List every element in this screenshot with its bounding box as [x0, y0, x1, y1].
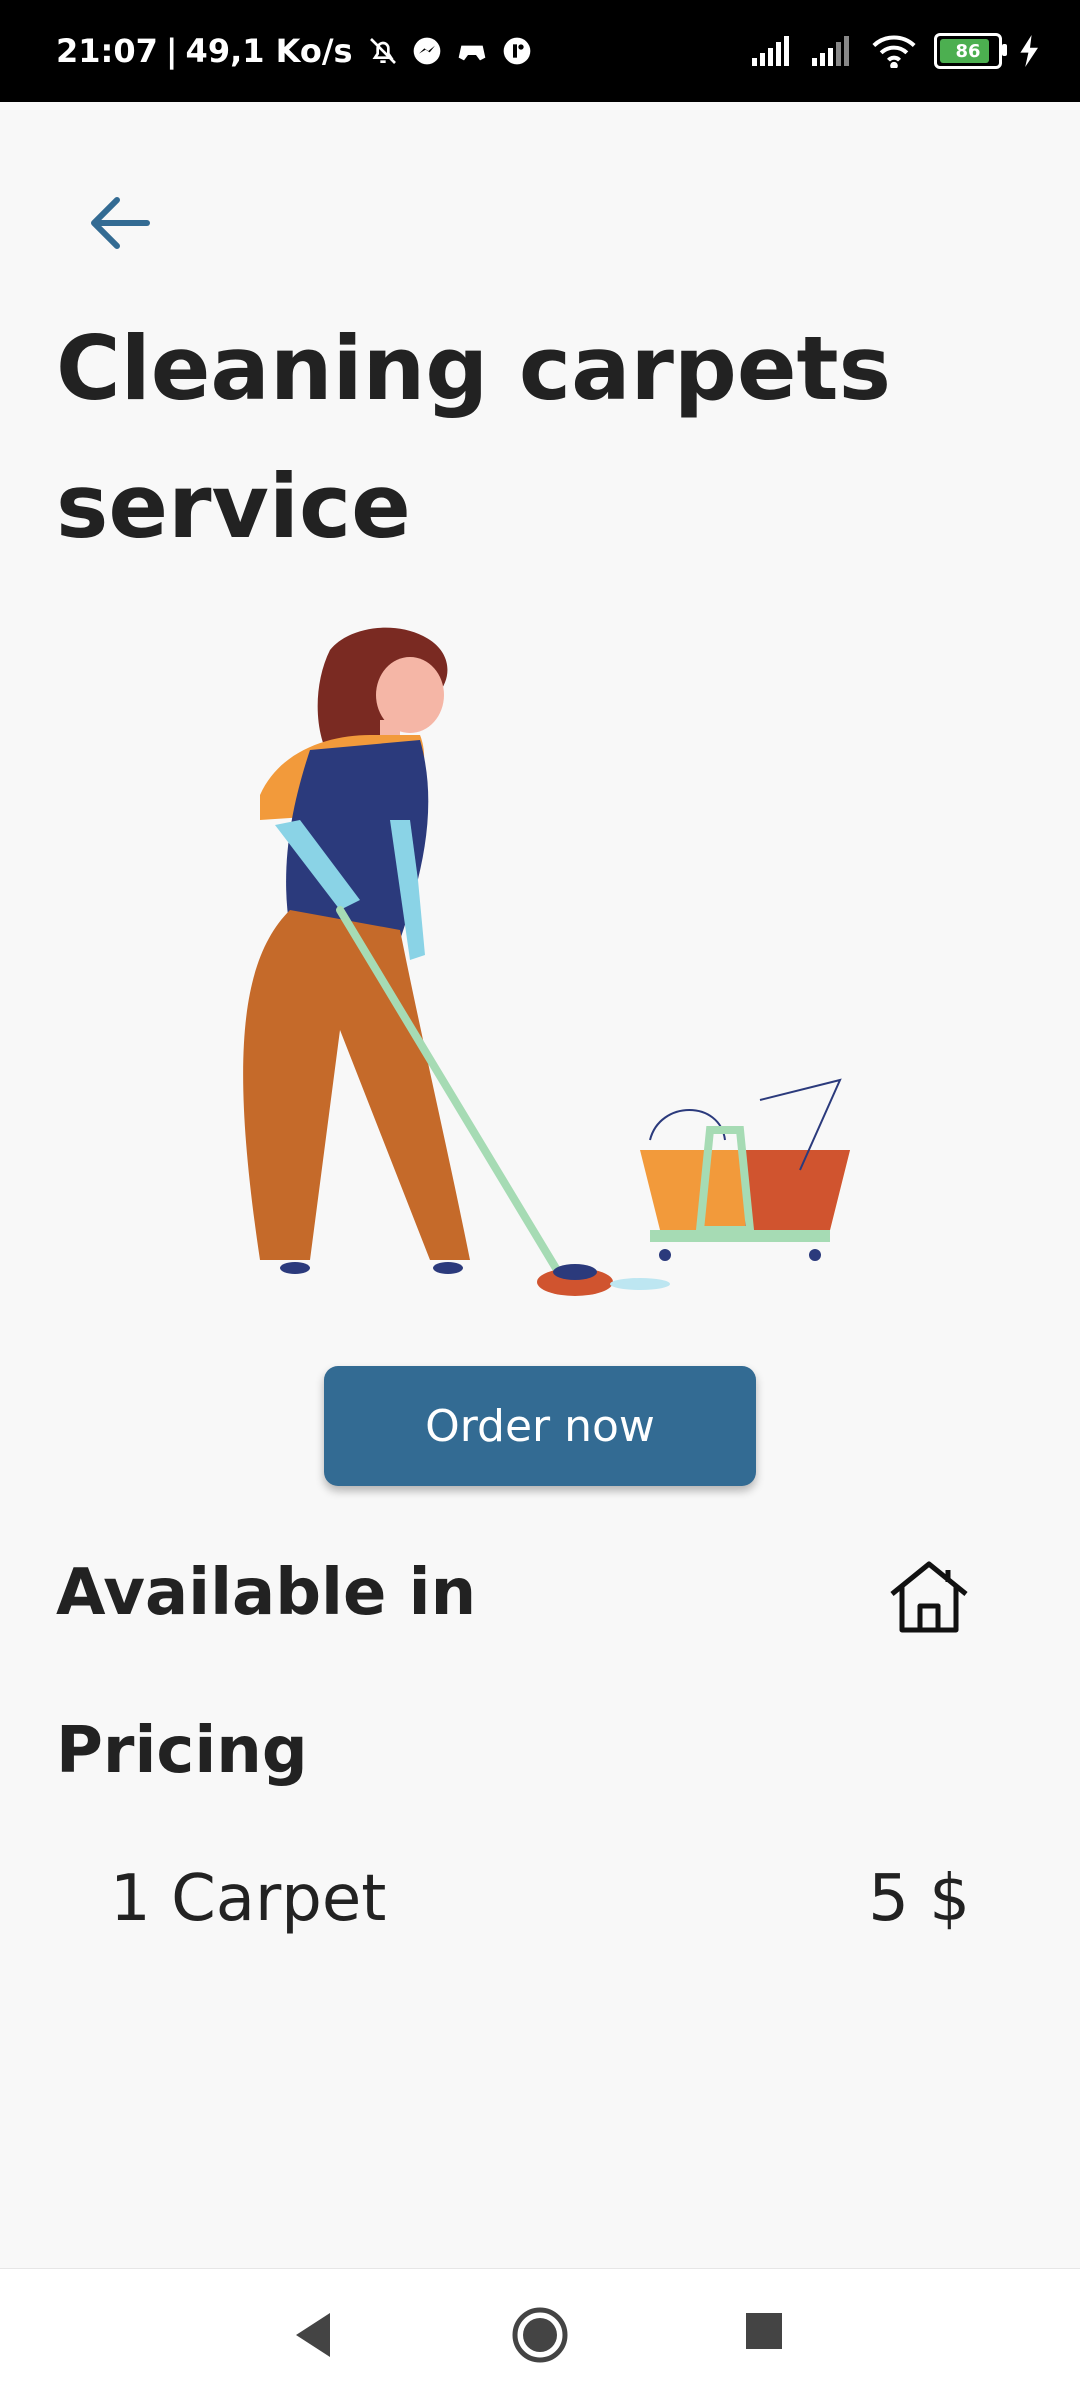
- woman-cleaning-carpet-illustration: [243, 627, 850, 1296]
- notification-icons: [367, 35, 533, 67]
- arrow-left-icon: [91, 197, 150, 249]
- status-time: 21:07: [56, 32, 158, 70]
- network-speed: 49,1 Ko/s: [185, 32, 353, 70]
- navigation-bar: [0, 2268, 1080, 2401]
- status-right: 86: [752, 0, 1040, 102]
- status-left: 21:07 | 49,1 Ko/s: [56, 0, 533, 102]
- bell-off-icon: [369, 38, 396, 64]
- game-icon: [458, 45, 485, 61]
- charging-icon: [1020, 35, 1038, 67]
- signal-icon: [812, 36, 849, 66]
- status-bar: 21:07 | 49,1 Ko/s 86: [0, 0, 1080, 102]
- order-now-button[interactable]: Order now: [324, 1366, 756, 1486]
- battery-icon: 86: [934, 33, 1007, 69]
- available-in-label: Available in: [56, 1556, 477, 1630]
- price-value: 5 $: [868, 1862, 970, 1936]
- back-button[interactable]: [80, 188, 160, 258]
- price-item: 1 Carpet: [110, 1862, 387, 1936]
- nav-home-icon[interactable]: [510, 2305, 570, 2365]
- page-title: Cleaning carpets service: [56, 317, 891, 558]
- battery-level: 86: [955, 40, 981, 62]
- nav-back-icon[interactable]: [290, 2309, 338, 2361]
- messenger-icon: [413, 37, 440, 65]
- pricing-label: Pricing: [56, 1714, 308, 1788]
- signal-icon: [752, 36, 789, 66]
- nav-recent-icon[interactable]: [746, 2313, 782, 2349]
- price-row: 1 Carpet 5 $: [110, 1862, 970, 1942]
- app-icon: [503, 37, 530, 65]
- status-separator: |: [165, 32, 178, 70]
- house-icon: [890, 1561, 968, 1633]
- wifi-icon: [872, 35, 916, 68]
